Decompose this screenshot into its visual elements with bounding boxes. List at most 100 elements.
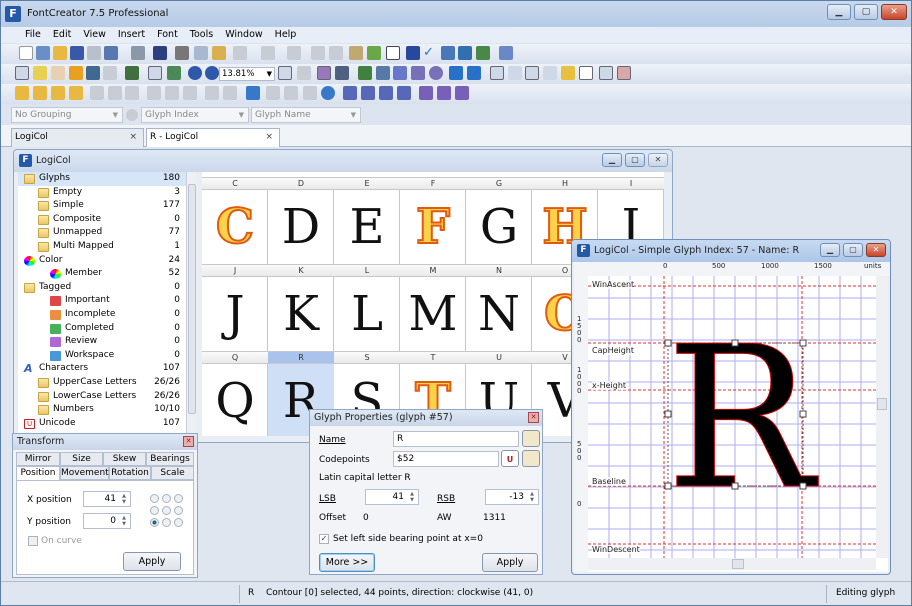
font-properties-icon[interactable] <box>311 46 325 60</box>
anchor-bottom-center-radio[interactable] <box>162 518 171 527</box>
tree-item[interactable]: LowerCase Letters 26/26 <box>18 390 186 404</box>
tab-size[interactable]: Size <box>60 452 103 466</box>
glyph-cell[interactable]: EE <box>334 177 400 264</box>
measure-icon[interactable] <box>69 66 83 80</box>
distribute-h-icon[interactable] <box>205 86 219 100</box>
tree-item[interactable]: Numbers 10/10 <box>18 403 186 417</box>
anchor-top-right-radio[interactable] <box>174 494 183 503</box>
select-rect-icon[interactable] <box>15 66 29 80</box>
tree-item[interactable]: Empty 3 <box>18 186 186 200</box>
maximize-button[interactable]: ▢ <box>843 243 863 257</box>
pen-icon[interactable] <box>86 66 100 80</box>
align-bottom-icon[interactable] <box>183 86 197 100</box>
tree-item[interactable]: Completed 0 <box>18 322 186 336</box>
x-position-input[interactable]: 41 ▲ ▼ <box>83 491 131 507</box>
bearings-icon[interactable] <box>579 66 593 80</box>
spinner-icon[interactable]: ▲ ▼ <box>527 491 537 503</box>
skew-icon[interactable] <box>379 86 393 100</box>
tree-item[interactable]: UpperCase Letters 26/26 <box>18 376 186 390</box>
tree-item[interactable]: A Characters 107 <box>18 362 186 376</box>
scroll-thumb[interactable] <box>188 184 196 414</box>
glyph-cell[interactable]: DD <box>268 177 334 264</box>
anchor-bottom-left-radio[interactable] <box>150 518 159 527</box>
redo-icon[interactable] <box>261 46 275 60</box>
anchor-center-radio[interactable] <box>162 506 171 515</box>
tree-item[interactable]: Multi Mapped 1 <box>18 240 186 254</box>
function-icon[interactable] <box>376 66 390 80</box>
glyph-cell[interactable]: MM <box>400 264 466 351</box>
tree-item[interactable]: Unmapped 77 <box>18 226 186 240</box>
horizontal-scrollbar[interactable] <box>588 558 876 570</box>
close-tab-icon[interactable]: × <box>265 129 273 146</box>
close-button[interactable]: ✕ <box>648 153 668 167</box>
subtract-icon[interactable] <box>455 86 469 100</box>
tree-item[interactable]: Incomplete 0 <box>18 308 186 322</box>
close-icon[interactable]: ✕ <box>183 436 194 447</box>
close-button[interactable]: ✕ <box>866 243 886 257</box>
guidelines-icon[interactable] <box>508 66 522 80</box>
lsb-input[interactable]: 41 ▲ ▼ <box>365 489 419 505</box>
unicode-icon[interactable]: U <box>501 450 519 467</box>
save-icon[interactable] <box>70 46 84 60</box>
name-action-icon[interactable] <box>522 430 540 447</box>
bring-front-icon[interactable] <box>15 86 29 100</box>
tab-r-logicol[interactable]: R - LogiCol × <box>146 128 280 147</box>
close-button[interactable]: ✕ <box>881 4 907 20</box>
minimize-button[interactable]: ▁ <box>602 153 622 167</box>
maximize-button[interactable]: ▢ <box>854 4 878 20</box>
send-backward-icon[interactable] <box>51 86 65 100</box>
spinner-icon[interactable]: ▲ ▼ <box>119 515 129 527</box>
menu-edit[interactable]: Edit <box>47 27 77 43</box>
save-all-icon[interactable] <box>87 46 101 60</box>
pointer-icon[interactable] <box>317 66 331 80</box>
export-icon[interactable] <box>104 46 118 60</box>
glyph-name-select[interactable]: Glyph Name ▼ <box>251 107 361 123</box>
anchor-middle-left-radio[interactable] <box>150 506 159 515</box>
contour-icon[interactable] <box>167 66 181 80</box>
send-back-icon[interactable] <box>69 86 83 100</box>
glyph-cell[interactable]: GG <box>466 177 532 264</box>
bring-forward-icon[interactable] <box>33 86 47 100</box>
outline-toggle-icon[interactable] <box>148 66 162 80</box>
hints-icon[interactable] <box>617 66 631 80</box>
glyph-edit-canvas[interactable]: R <box>588 276 876 558</box>
close-icon[interactable]: ✕ <box>528 412 539 423</box>
transform-apply-button[interactable]: Apply <box>123 552 181 571</box>
rsb-input[interactable]: -13 ▲ ▼ <box>485 489 539 505</box>
flip-icon[interactable] <box>343 86 357 100</box>
spinner-icon[interactable]: ▲ ▼ <box>119 493 129 505</box>
anchor-middle-right-radio[interactable] <box>174 506 183 515</box>
metrics-icon[interactable] <box>525 66 539 80</box>
tab-movement[interactable]: Movement <box>60 466 109 480</box>
print-icon[interactable] <box>131 46 145 60</box>
web-icon[interactable] <box>458 46 472 60</box>
repeat-icon[interactable] <box>287 46 301 60</box>
ellipse-icon[interactable] <box>429 66 443 80</box>
filter-icon[interactable] <box>126 109 138 121</box>
validate-check-icon[interactable]: ✓ <box>423 46 437 60</box>
vertical-scrollbar[interactable] <box>876 276 888 558</box>
minimize-button[interactable]: ▁ <box>820 243 840 257</box>
correct-icon[interactable] <box>303 86 317 100</box>
codepoints-input[interactable]: $52 <box>393 451 499 467</box>
tree-item[interactable]: U Unicode 107 <box>18 417 186 431</box>
menu-tools[interactable]: Tools <box>184 27 219 43</box>
anchor-top-left-radio[interactable] <box>150 494 159 503</box>
zoom-in-icon[interactable] <box>188 66 202 80</box>
align-middle-icon[interactable] <box>165 86 179 100</box>
align-right-icon[interactable] <box>125 86 139 100</box>
close-tab-icon[interactable]: × <box>129 129 137 146</box>
more-button[interactable]: More >> <box>319 553 375 572</box>
scroll-thumb[interactable] <box>877 398 887 410</box>
lasso-icon[interactable] <box>33 66 47 80</box>
properties-panel-icon[interactable] <box>246 86 260 100</box>
codepoints-action-icon[interactable] <box>522 450 540 467</box>
tab-rotation[interactable]: Rotation <box>109 466 151 480</box>
glyph-props-apply-button[interactable]: Apply <box>482 553 538 572</box>
cut-icon[interactable] <box>175 46 189 60</box>
open-icon[interactable] <box>53 46 67 60</box>
previous-glyph-icon[interactable] <box>449 66 463 80</box>
glyph-cell[interactable]: FF <box>400 177 466 264</box>
copy-icon[interactable] <box>194 46 208 60</box>
validate-icon[interactable] <box>349 46 363 60</box>
